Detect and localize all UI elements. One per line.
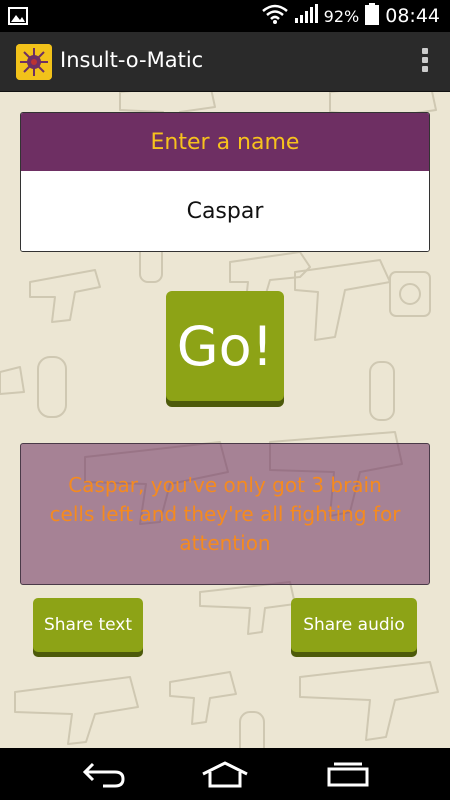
insult-text: Caspar, you've only got 3 brain cells le… <box>49 472 401 555</box>
image-notification-icon <box>8 6 28 26</box>
insult-display: Caspar, you've only got 3 brain cells le… <box>20 443 430 585</box>
name-header-label: Enter a name <box>150 129 300 155</box>
overflow-menu-icon[interactable] <box>420 48 430 78</box>
battery-icon <box>365 3 380 29</box>
share-audio-button[interactable]: Share audio <box>291 598 417 652</box>
name-header: Enter a name <box>21 113 429 171</box>
action-bar: Insult-o-Matic <box>0 32 450 92</box>
battery-percent: 92% <box>323 6 360 26</box>
home-icon[interactable] <box>197 758 253 790</box>
clock: 08:44 <box>385 5 440 27</box>
app-title: Insult-o-Matic <box>60 48 204 72</box>
share-text-button[interactable]: Share text <box>33 598 143 652</box>
name-input[interactable] <box>21 171 429 251</box>
main-content: Enter a name Go! Caspar, you've only got… <box>0 92 450 748</box>
name-entry-card: Enter a name <box>20 112 430 252</box>
status-bar: 92% 08:44 <box>0 0 450 32</box>
signal-icon <box>294 4 318 28</box>
navigation-bar <box>0 748 450 800</box>
recent-apps-icon[interactable] <box>320 758 376 790</box>
back-icon[interactable] <box>76 758 132 790</box>
app-logo-icon <box>16 44 52 80</box>
wifi-icon <box>261 4 288 28</box>
go-button[interactable]: Go! <box>166 291 284 401</box>
